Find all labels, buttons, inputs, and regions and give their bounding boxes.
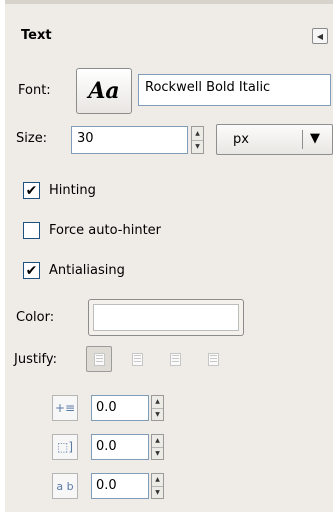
size-input[interactable]: 30 — [71, 126, 188, 154]
unit-value: px — [233, 132, 249, 147]
indent-icon: +≡ — [52, 395, 78, 421]
spin-up-icon[interactable]: ▲ — [152, 474, 163, 487]
hinting-checkbox[interactable]: ✔ — [23, 182, 40, 199]
antialiasing-label: Antialiasing — [49, 263, 125, 278]
text-tool-options-panel: Text ◀ Font: Aa Rockwell Bold Italic Siz… — [5, 0, 333, 512]
justify-right-button[interactable] — [124, 346, 150, 372]
font-preview-button[interactable]: Aa — [76, 68, 132, 114]
color-button[interactable] — [88, 299, 244, 336]
indent-spinner[interactable]: ▲ ▼ — [151, 395, 164, 421]
letter-spacing-input[interactable]: 0.0 — [91, 473, 149, 499]
force-auto-hinter-label: Force auto-hinter — [49, 223, 162, 238]
force-auto-hinter-option[interactable]: Force auto-hinter — [23, 222, 161, 239]
justify-label: Justify: — [14, 352, 58, 367]
line-spacing-input[interactable]: 0.0 — [91, 434, 149, 460]
hinting-label: Hinting — [49, 183, 96, 198]
line-spacing-spinner[interactable]: ▲ ▼ — [151, 434, 164, 460]
hinting-option[interactable]: ✔ Hinting — [23, 182, 96, 199]
font-label: Font: — [18, 83, 51, 98]
color-swatch — [93, 304, 239, 331]
justify-left-icon — [93, 352, 105, 366]
color-label: Color: — [16, 310, 55, 325]
spin-up-icon[interactable]: ▲ — [192, 127, 203, 141]
chevron-down-icon[interactable]: ▼ — [310, 131, 320, 146]
size-label: Size: — [16, 131, 48, 146]
font-preview-glyph: Aa — [88, 78, 120, 104]
letter-spacing-spinner[interactable]: ▲ ▼ — [151, 473, 164, 499]
justify-right-icon — [131, 352, 143, 366]
spin-up-icon[interactable]: ▲ — [152, 435, 163, 448]
tab-menu-icon[interactable]: ◀ — [312, 28, 328, 44]
font-name-input[interactable]: Rockwell Bold Italic — [138, 74, 331, 106]
line-spacing-icon: ⬚] — [52, 434, 78, 460]
justify-center-button[interactable] — [162, 346, 188, 372]
spin-down-icon[interactable]: ▼ — [152, 409, 163, 421]
force-auto-hinter-checkbox[interactable] — [23, 222, 40, 239]
antialiasing-checkbox[interactable]: ✔ — [23, 262, 40, 279]
spin-down-icon[interactable]: ▼ — [152, 448, 163, 460]
indent-input[interactable]: 0.0 — [91, 395, 149, 421]
justify-center-icon — [169, 352, 181, 366]
spin-down-icon[interactable]: ▼ — [152, 487, 163, 499]
spin-up-icon[interactable]: ▲ — [152, 396, 163, 409]
size-spinner[interactable]: ▲ ▼ — [191, 126, 204, 154]
unit-dropdown[interactable]: px ▼ — [216, 124, 333, 155]
justify-fill-button[interactable] — [200, 346, 226, 372]
panel-title: Text — [21, 28, 52, 43]
unit-separator — [302, 130, 303, 149]
justify-left-button[interactable] — [86, 346, 112, 372]
justify-fill-icon — [207, 352, 219, 366]
letter-spacing-icon: a b — [52, 473, 78, 499]
antialiasing-option[interactable]: ✔ Antialiasing — [23, 262, 125, 279]
spin-down-icon[interactable]: ▼ — [192, 141, 203, 154]
